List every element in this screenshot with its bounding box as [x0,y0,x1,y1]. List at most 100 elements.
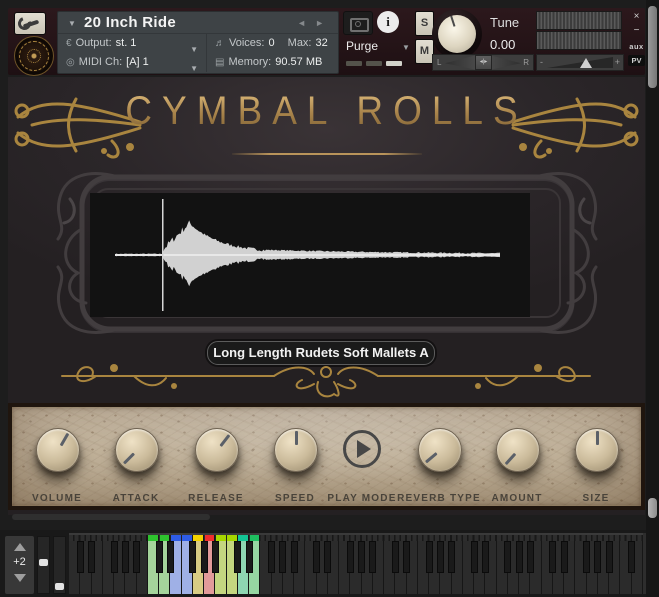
black-key[interactable] [594,541,602,573]
chevron-down-icon: ▼ [402,43,410,52]
black-key[interactable] [369,541,377,573]
black-key[interactable] [76,541,84,573]
release-knob[interactable] [195,428,239,472]
tune-label: Tune [490,15,520,30]
key-range-mark [238,535,249,541]
black-key[interactable] [436,541,444,573]
amount-knob-slot: AMOUNT [477,407,557,506]
size-knob[interactable] [575,428,619,472]
waveform-display[interactable] [90,193,530,317]
black-key[interactable] [470,541,478,573]
octave-up-icon[interactable] [13,543,26,551]
size-knob-label: SIZE [582,493,610,504]
volume-slider-handle[interactable] [580,58,592,68]
voices-row: ♬ Voices: 0 Max: 32 [215,37,328,49]
minimize-icon[interactable]: − [628,25,645,36]
reverb-type-knob[interactable] [418,428,462,472]
black-key[interactable] [504,541,512,573]
black-key[interactable] [166,541,174,573]
black-key[interactable] [324,541,332,573]
black-key[interactable] [560,541,568,573]
output-select[interactable]: € Output: st. 1 ▼ [58,34,206,54]
black-key[interactable] [200,541,208,573]
kontakt-window: ▼ 20 Inch Ride ◄ ► € Output: st. 1 ▼ ◎ MIDI… [0,0,659,597]
horizontal-scrollbar-thumb[interactable] [12,514,210,520]
tune-value[interactable]: 0.00 [490,37,515,52]
output-icon: € [66,38,72,49]
black-key[interactable] [481,541,489,573]
aux-button[interactable]: aux [628,42,645,51]
scrollbar-thumb-top[interactable] [648,6,657,88]
midi-channel-select[interactable]: ◎ MIDI Ch: [A] 1 ▼ [58,53,206,73]
black-key[interactable] [515,541,523,573]
pan-handle[interactable]: ◂|▸ [475,55,492,70]
edit-instrument-button[interactable] [14,12,46,35]
scrollbar-thumb-bottom[interactable] [648,498,657,518]
controls-panel: VOLUME ATTACK RELEASE SPEED PLAY MODE RE… [8,403,645,510]
amount-knob[interactable] [496,428,540,472]
key-range-mark [215,535,226,541]
attack-knob[interactable] [115,428,159,472]
keyboard-slider-2[interactable] [53,536,66,594]
octave-down-icon[interactable] [13,574,26,582]
volume-knob[interactable] [36,428,80,472]
black-key[interactable] [211,541,219,573]
black-key[interactable] [549,541,557,573]
waveform [115,199,500,311]
black-key[interactable] [279,541,287,573]
pv-button[interactable]: PV [628,55,645,66]
black-key[interactable] [605,541,613,573]
key-range-mark [148,535,159,541]
snapshot-button[interactable] [343,11,373,35]
instrument-title[interactable]: 20 Inch Ride [84,14,176,31]
next-instrument-icon[interactable]: ► [315,18,324,28]
voices-value: 0 [268,37,275,49]
meter-segment [386,61,402,66]
black-key[interactable] [290,541,298,573]
black-key[interactable] [121,541,129,573]
keyboard-slider-1[interactable] [37,536,50,594]
key-range-mark [249,535,260,541]
key-range-mark [204,535,215,541]
purge-meters [346,61,402,66]
chevron-down-icon[interactable]: ▼ [68,19,76,28]
meter-segment [366,61,382,66]
key-range-mark [227,535,237,541]
black-key[interactable] [358,541,366,573]
black-key[interactable] [234,541,242,573]
pan-slider[interactable]: L R ◂|▸ [432,54,534,71]
play-mode-button[interactable] [343,430,381,468]
black-key[interactable] [245,541,253,573]
keyboard-keys [69,541,643,594]
black-key[interactable] [155,541,163,573]
purge-menu[interactable]: Purge ▼ [346,39,410,53]
info-button[interactable]: i [377,11,399,33]
volume-slider[interactable]: - + [536,54,624,71]
black-key[interactable] [133,541,141,573]
black-key[interactable] [313,541,321,573]
black-key[interactable] [346,541,354,573]
title-underline [232,153,422,155]
slider-handle[interactable] [39,559,48,566]
black-key[interactable] [268,541,276,573]
slider-handle[interactable] [55,583,64,590]
black-key[interactable] [448,541,456,573]
black-key[interactable] [403,541,411,573]
black-key[interactable] [88,541,95,573]
tune-knob[interactable] [432,9,482,59]
black-key[interactable] [391,541,399,573]
black-key[interactable] [628,541,636,573]
black-key[interactable] [526,541,534,573]
black-key[interactable] [425,541,433,573]
prev-instrument-icon[interactable]: ◄ [297,18,306,28]
speed-knob[interactable] [274,428,318,472]
key-range-mark [193,535,204,541]
close-icon[interactable]: × [628,11,645,22]
black-key[interactable] [110,541,118,573]
black-key[interactable] [189,541,197,573]
octave-shift-value: +2 [13,556,26,568]
chevron-down-icon[interactable]: ▼ [190,59,198,78]
key-range-mark [159,535,170,541]
memory-icon: ▤ [215,57,225,68]
black-key[interactable] [583,541,591,573]
